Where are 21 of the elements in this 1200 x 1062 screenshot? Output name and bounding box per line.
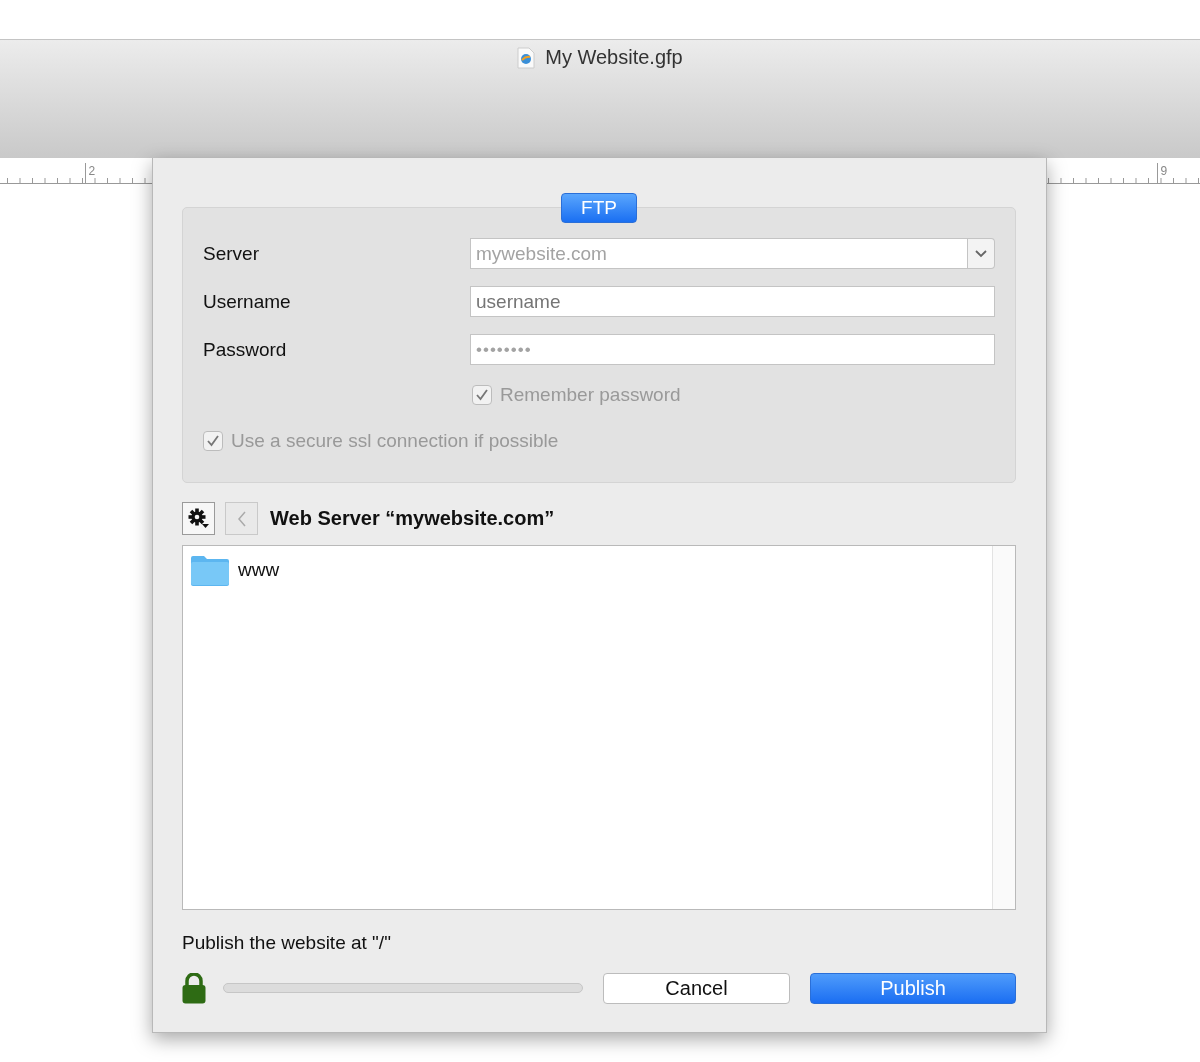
checkbox-label: Remember password bbox=[500, 384, 681, 406]
ftp-tab[interactable]: FTP bbox=[561, 193, 637, 223]
dialog-button[interactable]: Publish bbox=[810, 972, 1016, 1004]
chevron-left-icon bbox=[235, 509, 248, 528]
checkbox-label: Use a secure ssl connection if possible bbox=[231, 430, 559, 452]
dialog-button[interactable]: Cancel bbox=[603, 972, 790, 1004]
gear-icon bbox=[187, 507, 210, 530]
folder-icon bbox=[190, 554, 230, 586]
field-label: Username bbox=[203, 290, 292, 313]
browser-title: Web Server “mywebsite.com” bbox=[270, 507, 555, 530]
status-text: Publish the website at "/" bbox=[182, 932, 392, 954]
ruler-number: 9 bbox=[1160, 164, 1168, 178]
ruler-number: 2 bbox=[88, 164, 96, 178]
gear-menu-button[interactable] bbox=[182, 502, 215, 535]
chevron-down-icon bbox=[975, 249, 987, 258]
lock-icon bbox=[182, 972, 206, 1004]
field-label: Password bbox=[203, 338, 288, 361]
field-label: Server bbox=[203, 242, 260, 265]
document-globe-icon bbox=[517, 46, 536, 69]
file-name[interactable]: www bbox=[238, 559, 280, 581]
window-title: My Website.gfp bbox=[545, 46, 683, 69]
